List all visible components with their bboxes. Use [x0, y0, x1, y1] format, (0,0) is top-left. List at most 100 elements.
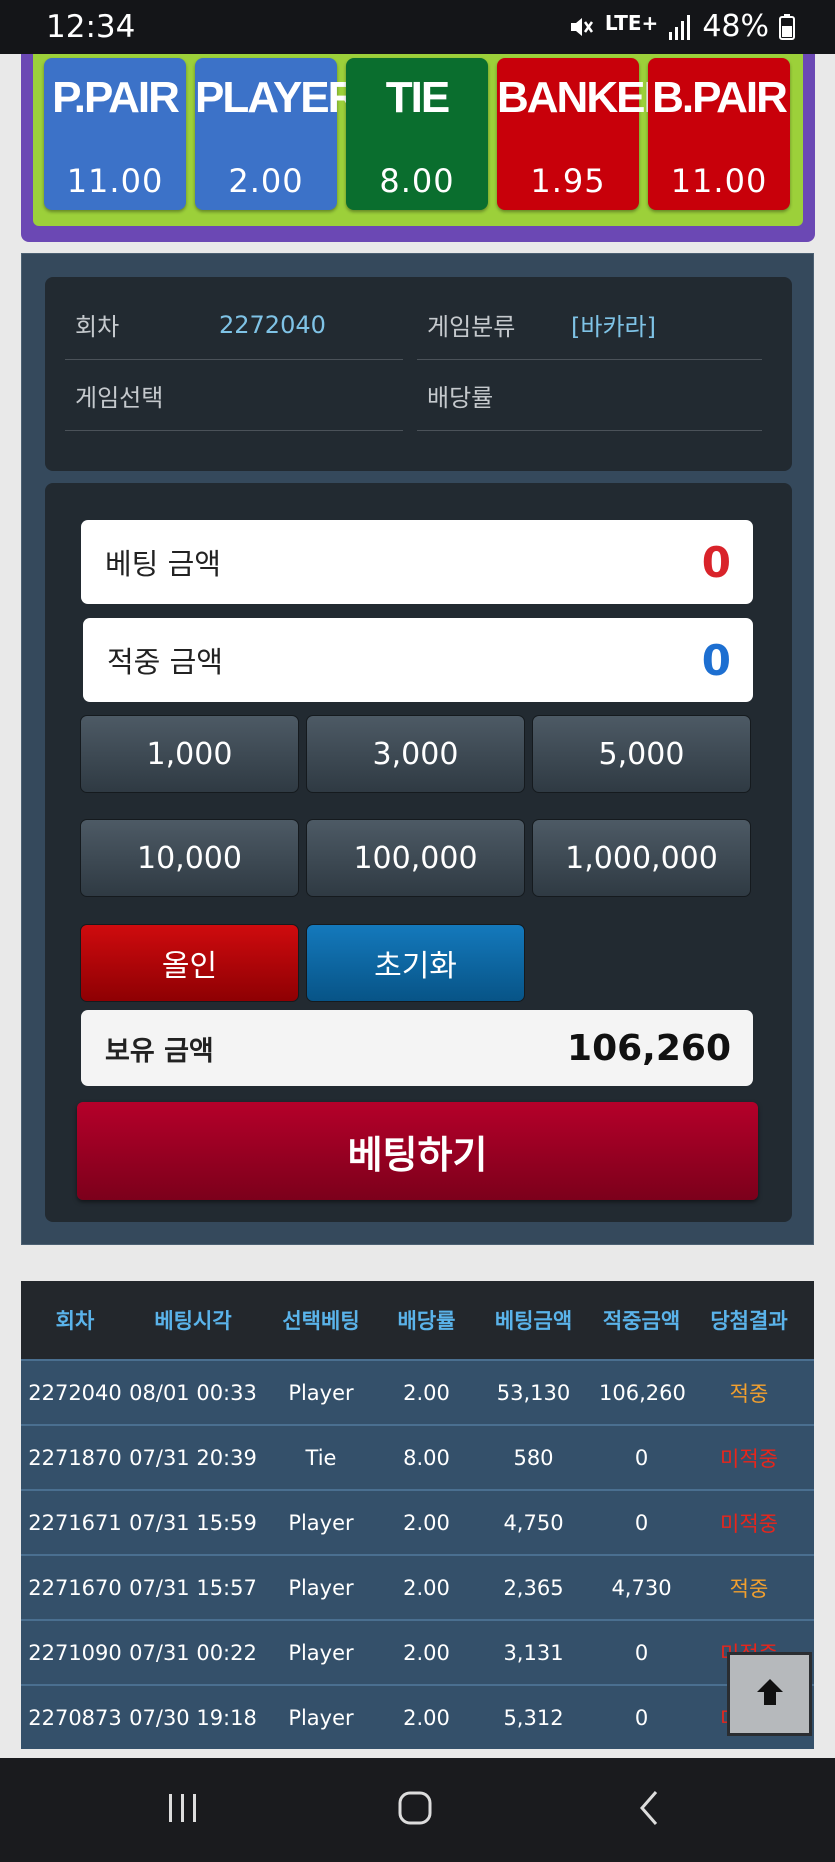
reset-button[interactable]: 초기화 [306, 924, 525, 1002]
bet-option-name: TIE [385, 73, 450, 122]
bet-options-strip: P.PAIR 11.00 PLAYER 2.00 TIE 8.00 BANKER… [33, 54, 803, 226]
chip-1000000-button[interactable]: 1,000,000 [532, 819, 751, 897]
game-info-box: 회차 2272040 게임분류 [바카라] 게임선택 배당률 [45, 277, 792, 471]
cell-odds: 2.00 [403, 1575, 450, 1600]
cell-win-amount: 106,260 [599, 1380, 686, 1405]
cell-selection: Player [288, 1575, 354, 1600]
bet-option-banker[interactable]: BANKER 1.95 [497, 58, 675, 210]
bet-option-player[interactable]: PLAYER 2.00 [195, 58, 359, 210]
back-icon[interactable] [630, 1788, 670, 1832]
balance-value: 106,260 [567, 1027, 731, 1069]
table-row: 2272040 08/01 00:33 Player 2.00 53,130 106,26… [21, 1359, 814, 1424]
table-row: 2271870 07/31 20:39 Tie 8.00 580 0 미적중 [21, 1424, 814, 1489]
cell-selection: Player [288, 1380, 354, 1405]
chip-1000-button[interactable]: 1,000 [80, 715, 299, 793]
battery-icon [779, 13, 795, 40]
cell-selection: Player [288, 1640, 354, 1665]
betting-panel: 회차 2272040 게임분류 [바카라] 게임선택 배당률 베팅 금액 0 적… [21, 253, 814, 1245]
bet-amount-value: 0 [701, 537, 731, 587]
balance-field: 보유 금액 106,260 [81, 1010, 753, 1086]
game-select-label: 게임선택 [75, 384, 164, 412]
cell-win-amount: 0 [634, 1640, 649, 1665]
cell-round: 2271090 [28, 1640, 122, 1665]
cell-odds: 8.00 [403, 1445, 450, 1470]
cell-round: 2271671 [28, 1510, 122, 1535]
cell-round: 2271670 [28, 1575, 122, 1600]
cell-bet-amount: 580 [513, 1445, 554, 1470]
cell-bet-time: 07/31 15:57 [129, 1575, 257, 1600]
cell-bet-time: 07/31 00:22 [129, 1640, 257, 1665]
battery-percent: 48% [702, 9, 769, 44]
cell-win-amount: 4,730 [611, 1575, 672, 1600]
bet-form: 베팅 금액 0 적중 금액 0 1,000 3,000 5,000 10,000… [45, 483, 792, 1222]
bet-history-table: 회차 베팅시각 선택베팅 배당률 베팅금액 적중금액 당첨결과 2272040 0… [21, 1281, 814, 1761]
chip-100000-button[interactable]: 100,000 [306, 819, 525, 897]
info-game-select-row: 게임선택 [65, 361, 403, 431]
system-nav-bar [0, 1758, 835, 1862]
info-round-row: 회차 2272040 [65, 290, 403, 360]
cell-round: 2271870 [28, 1445, 122, 1470]
win-amount-label: 적중 금액 [107, 645, 223, 679]
cell-selection: Player [288, 1510, 354, 1535]
bet-amount-field[interactable]: 베팅 금액 0 [81, 520, 753, 604]
table-header: 회차 베팅시각 선택베팅 배당률 베팅금액 적중금액 당첨결과 [21, 1281, 814, 1359]
column-header: 베팅시각 [154, 1309, 232, 1333]
status-time: 12:34 [46, 9, 136, 45]
cell-result: 적중 [729, 1381, 769, 1406]
bet-option-odds: 1.95 [530, 162, 606, 200]
game-type-label: 게임분류 [427, 313, 516, 341]
bet-options-panel: P.PAIR 11.00 PLAYER 2.00 TIE 8.00 BANKER… [21, 54, 815, 242]
cell-odds: 2.00 [403, 1640, 450, 1665]
game-type-value: [바카라] [571, 313, 656, 341]
cell-bet-time: 07/30 19:18 [129, 1705, 257, 1730]
bet-amount-label: 베팅 금액 [105, 547, 221, 581]
cell-bet-time: 08/01 00:33 [129, 1380, 257, 1405]
table-row: 227087307/30 19:18Player2.005,3120미적중 [21, 1684, 814, 1749]
bet-option-name: PLAYER [195, 73, 359, 122]
chip-5000-button[interactable]: 5,000 [532, 715, 751, 793]
column-header: 배당률 [397, 1309, 456, 1333]
bet-option-odds: 2.00 [228, 162, 304, 200]
cell-bet-amount: 53,130 [496, 1380, 571, 1405]
column-header: 선택베팅 [282, 1309, 360, 1333]
home-icon[interactable] [395, 1788, 435, 1832]
recent-apps-icon[interactable] [163, 1788, 203, 1832]
bet-option-odds: 11.00 [670, 162, 768, 200]
bet-option-name: P.PAIR [52, 73, 180, 122]
column-header: 베팅금액 [494, 1309, 573, 1333]
cell-bet-time: 07/31 15:59 [129, 1510, 257, 1535]
bet-option-ppair[interactable]: P.PAIR 11.00 [44, 58, 186, 210]
cell-result: 적중 [729, 1576, 769, 1601]
win-amount-field: 적중 금액 0 [83, 618, 753, 702]
bet-option-bpair[interactable]: B.PAIR 11.00 [648, 58, 790, 210]
all-in-button[interactable]: 올인 [80, 924, 299, 1002]
chip-10000-button[interactable]: 10,000 [80, 819, 299, 897]
cell-result: 미적중 [720, 1446, 778, 1471]
place-bet-button[interactable]: 베팅하기 [77, 1102, 758, 1200]
round-value: 2272040 [219, 310, 326, 339]
bet-option-name: BANKER [497, 73, 675, 122]
column-header: 당첨결과 [710, 1309, 788, 1333]
network-type: LTE+ [604, 10, 659, 35]
column-header: 적중금액 [602, 1309, 681, 1333]
scroll-top-button[interactable] [727, 1652, 812, 1736]
cell-selection: Tie [305, 1445, 337, 1470]
info-odds-row: 배당률 [417, 361, 762, 431]
cell-bet-amount: 4,750 [503, 1510, 564, 1535]
status-bar: 12:34 LTE+ 48% [0, 0, 835, 54]
cell-result: 미적중 [720, 1511, 778, 1536]
odds-label: 배당률 [427, 384, 494, 412]
cell-round: 2272040 [28, 1380, 122, 1405]
bet-option-tie[interactable]: TIE 8.00 [346, 58, 488, 210]
arrow-up-icon [752, 1674, 788, 1714]
table-row: 227109007/31 00:22Player2.003,1310미적중 [21, 1619, 814, 1684]
round-label: 회차 [75, 313, 120, 341]
info-game-type-row: 게임분류 [바카라] [417, 290, 762, 360]
bet-option-name: B.PAIR [652, 73, 788, 122]
cell-bet-time: 07/31 20:39 [129, 1445, 257, 1470]
cell-round: 2270873 [28, 1705, 122, 1730]
cell-win-amount: 0 [634, 1510, 649, 1535]
chip-3000-button[interactable]: 3,000 [306, 715, 525, 793]
cell-bet-amount: 3,131 [503, 1640, 564, 1665]
cell-win-amount: 0 [634, 1705, 649, 1730]
